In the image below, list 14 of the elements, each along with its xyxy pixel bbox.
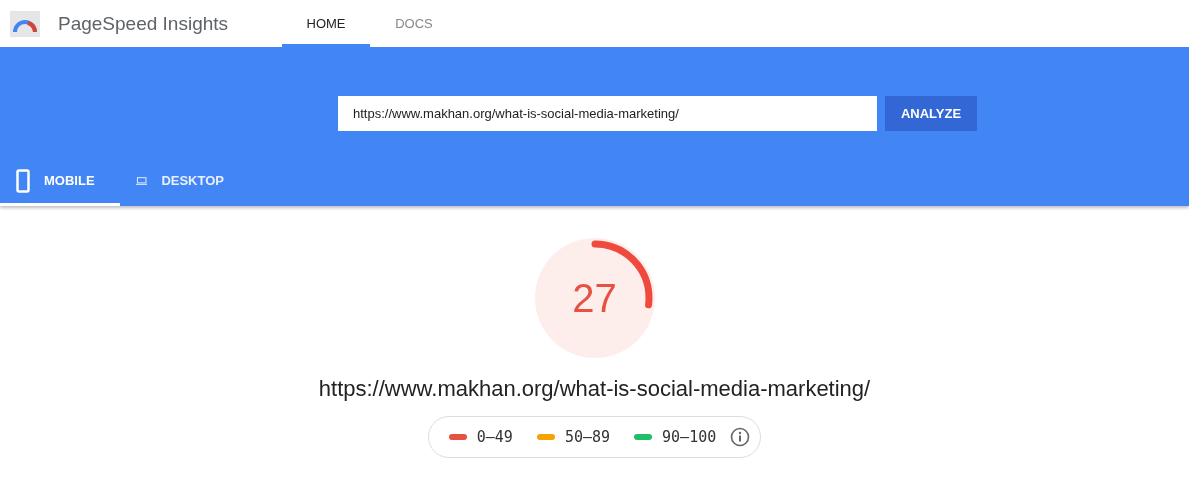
- legend-range: 50–89: [564, 428, 611, 446]
- phone-icon: [16, 168, 30, 193]
- legend-range: 90–100: [662, 428, 717, 446]
- legend-range: 0–49: [476, 428, 513, 446]
- analyze-button[interactable]: ANALYZE: [885, 96, 977, 131]
- score-value: 27: [572, 275, 617, 321]
- url-input-field[interactable]: https://www.makhan.org/what-is-social-media-marketing/: [338, 96, 877, 131]
- info-icon[interactable]: [730, 427, 751, 447]
- gauge-logo-icon: [10, 10, 40, 37]
- app-title: PageSpeed Insights: [58, 12, 230, 35]
- nav-tab[interactable]: DOCS: [370, 0, 458, 47]
- analyzed-url: https://www.makhan.org/what-is-social-media-marketing/: [318, 376, 871, 402]
- device-tab[interactable]: MOBILE: [0, 158, 120, 206]
- device-tab[interactable]: DESKTOP: [120, 158, 240, 206]
